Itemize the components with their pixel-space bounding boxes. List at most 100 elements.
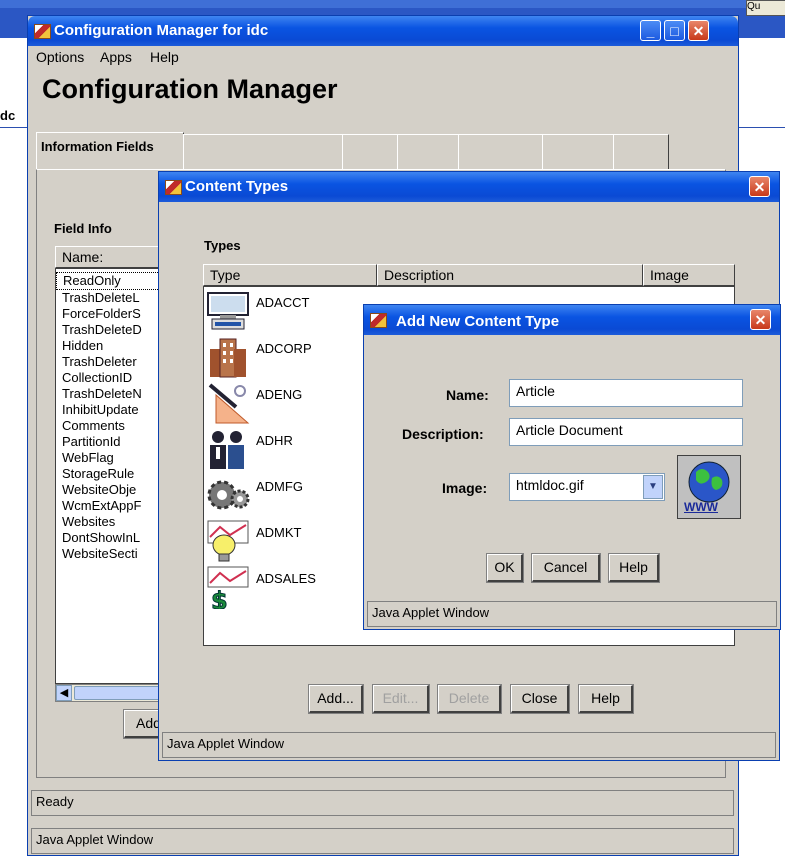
page-title: Configuration Manager — [42, 74, 338, 104]
field-list-scrollbar[interactable]: ◀ — [55, 684, 165, 702]
image-select[interactable]: htmldoc.gif ▼ — [509, 473, 665, 501]
applet-warning-text: Java Applet Window — [372, 605, 490, 620]
type-name: ADENG — [256, 387, 303, 402]
scroll-thumb[interactable] — [74, 686, 164, 700]
config-manager-titlebar[interactable]: Configuration Manager for idc _ □ ✕ — [28, 16, 738, 46]
background-left-text: dc — [0, 108, 16, 123]
help-button[interactable]: Help — [608, 553, 660, 583]
add-content-type-titlebar[interactable]: Add New Content Type ✕ — [364, 305, 780, 335]
image-preview: WWW — [677, 455, 741, 519]
type-name: ADCORP — [256, 341, 312, 356]
list-item[interactable]: TrashDeleter — [56, 354, 164, 370]
list-item[interactable]: WebFlag — [56, 450, 164, 466]
edit-type-button[interactable]: Edit... — [372, 684, 430, 714]
list-item[interactable]: ReadOnly — [56, 272, 162, 290]
image-column-header[interactable]: Image — [643, 264, 735, 286]
add-content-type-title: Add New Content Type — [396, 313, 560, 330]
status-text: Ready — [36, 794, 74, 809]
menu-bar: Options Apps Help — [28, 46, 738, 68]
background-button-label: Qu — [747, 1, 761, 12]
list-item[interactable]: Comments — [56, 418, 164, 434]
field-info-label: Field Info — [54, 221, 112, 236]
menu-options[interactable]: Options — [36, 49, 84, 65]
list-item[interactable]: TrashDeleteD — [56, 322, 164, 338]
list-item[interactable]: CollectionID — [56, 370, 164, 386]
description-column-header[interactable]: Description — [377, 264, 643, 286]
ok-button[interactable]: OK — [486, 553, 524, 583]
types-label: Types — [204, 238, 241, 253]
menu-apps[interactable]: Apps — [100, 49, 132, 65]
close-button[interactable]: ✕ — [749, 176, 770, 197]
people-icon — [206, 427, 250, 471]
type-column-header[interactable]: Type — [203, 264, 377, 286]
java-app-icon — [370, 313, 387, 328]
image-label: Image: — [442, 480, 488, 496]
background-button[interactable]: Qu — [746, 0, 785, 16]
type-name: ADSALES — [256, 571, 316, 586]
type-column-header-label: Type — [210, 267, 241, 283]
list-item[interactable]: StorageRule — [56, 466, 164, 482]
cancel-button-label: Cancel — [543, 559, 588, 575]
list-item[interactable]: InhibitUpdate — [56, 402, 164, 418]
close-types-button-label: Close — [521, 690, 558, 706]
close-button[interactable]: ✕ — [750, 309, 771, 330]
chevron-down-icon[interactable]: ▼ — [643, 475, 663, 499]
maximize-button[interactable]: □ — [664, 20, 685, 41]
image-column-header-label: Image — [650, 267, 689, 283]
edit-type-button-label: Edit... — [382, 690, 419, 706]
add-content-type-dialog: Add New Content Type ✕ Name: Article Des… — [363, 304, 781, 630]
list-item[interactable]: PartitionId — [56, 434, 164, 450]
applet-warning-text: Java Applet Window — [36, 832, 154, 847]
name-label: Name: — [446, 387, 489, 403]
add-type-button[interactable]: Add... — [308, 684, 364, 714]
lightbulb-chart-icon — [206, 519, 250, 563]
content-types-titlebar[interactable]: Content Types ✕ — [159, 172, 779, 202]
tab-relations[interactable] — [458, 134, 543, 170]
svg-text:$: $ — [211, 587, 228, 609]
tab-profiles[interactable] — [542, 134, 614, 170]
help-types-button[interactable]: Help — [578, 684, 634, 714]
tab-rules[interactable] — [613, 134, 669, 170]
minimize-button[interactable]: _ — [640, 20, 661, 41]
drafting-icon — [206, 381, 250, 425]
menu-help[interactable]: Help — [150, 49, 179, 65]
delete-type-button-label: Delete — [448, 690, 490, 706]
cancel-button[interactable]: Cancel — [531, 553, 601, 583]
type-name: ADHR — [256, 433, 293, 448]
list-item[interactable]: Websites — [56, 514, 164, 530]
close-button[interactable]: ✕ — [688, 20, 709, 41]
description-column-header-label: Description — [384, 267, 455, 283]
field-list[interactable]: ReadOnly TrashDeleteL ForceFolderS TrashDel… — [55, 268, 165, 684]
close-types-button[interactable]: Close — [510, 684, 570, 714]
computer-icon — [206, 289, 250, 333]
list-item[interactable]: WebsiteObje — [56, 482, 164, 498]
ok-button-label: OK — [494, 559, 515, 575]
description-label: Description: — [402, 426, 484, 442]
tab-application-fields[interactable] — [183, 134, 343, 170]
list-item[interactable]: TrashDeleteN — [56, 386, 164, 402]
name-field[interactable]: Article — [509, 379, 743, 407]
content-types-title: Content Types — [185, 178, 289, 195]
java-app-icon — [165, 180, 182, 195]
tab-information-fields-label: Information Fields — [41, 139, 154, 154]
tab-information-fields[interactable]: Information Fields — [36, 132, 184, 170]
type-name: ADMKT — [256, 525, 302, 540]
scroll-left-icon[interactable]: ◀ — [56, 685, 72, 701]
list-item[interactable]: WcmExtAppF — [56, 498, 164, 514]
delete-type-button[interactable]: Delete — [437, 684, 502, 714]
list-item[interactable]: TrashDeleteL — [56, 290, 164, 306]
image-select-value: htmldoc.gif — [516, 477, 584, 493]
list-item[interactable]: Hidden — [56, 338, 164, 354]
name-column-header[interactable]: Name: — [55, 246, 165, 268]
list-item[interactable]: ForceFolderS — [56, 306, 164, 322]
tab-tables[interactable] — [342, 134, 398, 170]
type-name: ADACCT — [256, 295, 310, 310]
applet-warning: Java Applet Window — [162, 732, 776, 758]
list-item[interactable]: DontShowInL — [56, 530, 164, 546]
help-types-button-label: Help — [591, 690, 620, 706]
description-field[interactable]: Article Document — [509, 418, 743, 446]
help-button-label: Help — [619, 559, 648, 575]
list-item[interactable]: WebsiteSecti — [56, 546, 164, 562]
config-manager-title: Configuration Manager for idc — [54, 22, 269, 39]
tab-views[interactable] — [397, 134, 459, 170]
